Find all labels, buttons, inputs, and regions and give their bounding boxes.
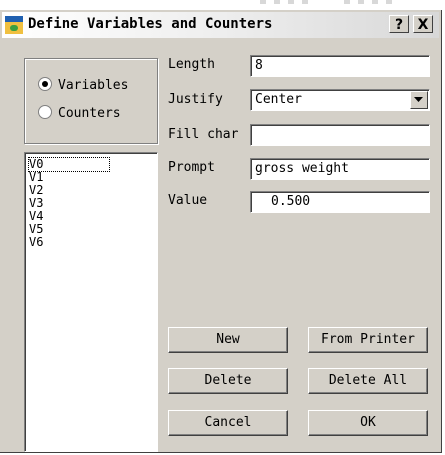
ok-button[interactable]: OK <box>308 410 428 436</box>
justify-value: Center <box>255 92 302 107</box>
close-button[interactable]: X <box>413 15 433 33</box>
radio-variables[interactable]: Variables <box>38 77 128 93</box>
radio-checked-icon <box>38 77 52 91</box>
from-printer-button[interactable]: From Printer <box>308 327 428 353</box>
window-title: Define Variables and Counters <box>28 16 273 32</box>
value-field[interactable]: 0.500 <box>250 191 430 213</box>
prompt-label: Prompt <box>168 160 215 175</box>
fill-char-label: Fill char <box>168 127 239 142</box>
title-bar[interactable]: Define Variables and Counters ? X <box>2 12 439 38</box>
length-field[interactable]: 8 <box>250 55 430 77</box>
delete-button[interactable]: Delete <box>168 368 288 394</box>
chevron-down-icon[interactable] <box>410 91 428 109</box>
help-button[interactable]: ? <box>389 15 409 33</box>
radio-counters[interactable]: Counters <box>38 105 121 121</box>
background-residue <box>260 0 410 6</box>
app-icon <box>5 16 23 34</box>
radio-variables-label: Variables <box>58 78 129 93</box>
justify-select[interactable]: Center <box>250 89 430 111</box>
radio-unchecked-icon <box>38 105 52 119</box>
variable-listbox[interactable]: V0 V1 V2 V3 V4 V5 V6 <box>24 152 158 452</box>
length-label: Length <box>168 57 215 72</box>
mode-groupbox: Variables Counters <box>24 58 158 144</box>
list-item[interactable]: V6 <box>29 236 43 249</box>
prompt-field[interactable]: gross weight <box>250 158 430 180</box>
new-button[interactable]: New <box>168 327 288 353</box>
justify-label: Justify <box>168 92 223 107</box>
delete-all-button[interactable]: Delete All <box>308 368 428 394</box>
fill-char-field[interactable] <box>250 124 430 146</box>
radio-counters-label: Counters <box>58 106 121 121</box>
dialog-window: Define Variables and Counters ? X Variab… <box>0 10 442 453</box>
value-label: Value <box>168 193 208 208</box>
cancel-button[interactable]: Cancel <box>168 410 288 436</box>
